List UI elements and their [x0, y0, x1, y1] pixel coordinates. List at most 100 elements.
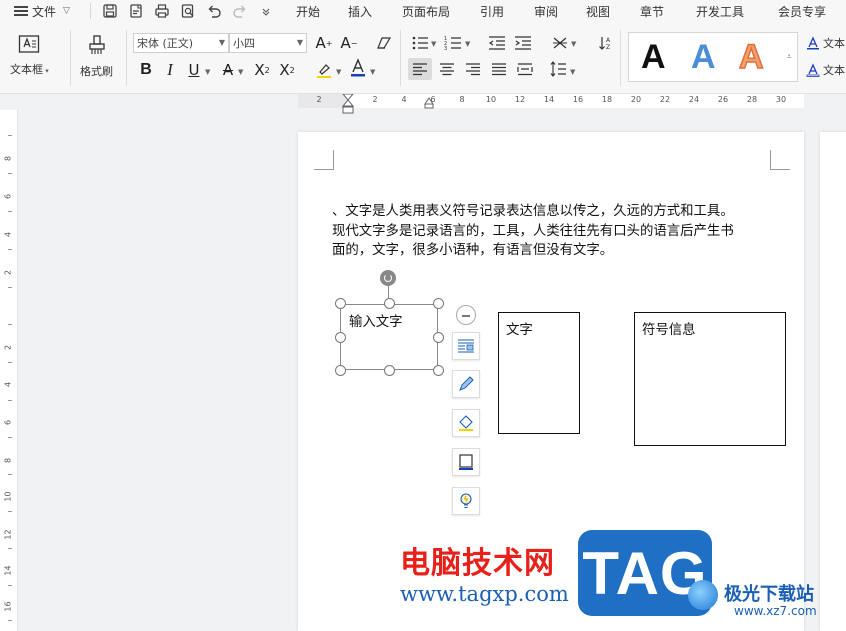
resize-handle[interactable]	[384, 365, 395, 376]
strikethrough-icon[interactable]: A	[218, 60, 238, 80]
ruler-number: 20	[630, 95, 642, 104]
smart-tip-button[interactable]	[452, 487, 480, 515]
tab-page-layout[interactable]: 页面布局	[402, 3, 450, 20]
resize-handle[interactable]	[335, 365, 346, 376]
bold-icon[interactable]: B	[136, 60, 156, 80]
lightbulb-icon	[460, 493, 472, 509]
fill-bucket-icon	[459, 415, 473, 431]
undo-icon[interactable]	[205, 2, 223, 20]
print-icon[interactable]	[153, 2, 171, 20]
aurora-logo-icon	[688, 580, 718, 610]
distribute-icon[interactable]	[515, 59, 535, 79]
styles-gallery: A A A	[628, 32, 798, 82]
chevron-down-icon[interactable]: ▼	[570, 68, 575, 76]
chevron-down-icon[interactable]: ▼	[431, 40, 436, 48]
tab-view[interactable]: 视图	[586, 3, 610, 20]
decrease-font-icon[interactable]: A −	[339, 33, 359, 53]
ruler-tick	[8, 362, 12, 363]
chevron-down-icon[interactable]: ▼	[336, 68, 341, 76]
style-preset-3[interactable]: A	[738, 37, 764, 77]
textbox-button[interactable]: 文本框 ▾	[10, 34, 49, 77]
resize-handle[interactable]	[433, 365, 444, 376]
selected-textbox[interactable]: 输入文字	[340, 304, 438, 370]
font-size-select[interactable]: 小四 ▼	[229, 33, 307, 53]
right-indent-marker-icon[interactable]	[424, 96, 434, 110]
decrease-indent-icon[interactable]	[487, 33, 507, 53]
text-style-option-1[interactable]: 文本	[806, 35, 845, 51]
tab-references[interactable]: 引用	[480, 3, 504, 20]
chevron-down-icon[interactable]: ▼	[238, 68, 243, 76]
chevron-down-icon[interactable]: ▼	[370, 68, 375, 76]
save-icon[interactable]	[101, 2, 119, 20]
align-right-icon[interactable]	[463, 59, 483, 79]
superscript-icon[interactable]: X2	[252, 60, 272, 80]
tab-home[interactable]: 开始	[296, 3, 320, 20]
bullet-list-icon[interactable]	[410, 33, 430, 53]
textbox-symbol-info[interactable]: 符号信息	[634, 312, 786, 446]
redo-icon[interactable]	[231, 2, 249, 20]
tab-developer[interactable]: 开发工具	[696, 3, 744, 20]
justify-icon[interactable]	[489, 59, 509, 79]
resize-handle[interactable]	[433, 332, 444, 343]
textbox-wenzi-text[interactable]: 文字	[506, 318, 533, 338]
font-color-icon[interactable]	[348, 58, 368, 78]
shape-outline-button[interactable]	[452, 448, 480, 476]
align-center-icon[interactable]	[437, 59, 457, 79]
print-preview-icon[interactable]	[179, 2, 197, 20]
numbered-list-icon[interactable]: 123	[443, 33, 463, 53]
export-pdf-icon[interactable]	[127, 2, 145, 20]
ruler-number: 16	[3, 601, 13, 612]
outline-icon	[459, 454, 473, 470]
customize-chevron-icon[interactable]	[257, 2, 275, 20]
tab-insert[interactable]: 插入	[348, 3, 372, 20]
resize-handle[interactable]	[384, 298, 395, 309]
resize-handle[interactable]	[335, 332, 346, 343]
gallery-more-icon[interactable]: ⩡	[787, 52, 792, 62]
shape-fill-button[interactable]	[452, 409, 480, 437]
italic-icon[interactable]: I	[160, 60, 180, 80]
style-preset-2[interactable]: A	[691, 37, 716, 77]
file-menu[interactable]: 文件 ▽	[0, 3, 86, 20]
align-left-icon[interactable]	[408, 58, 432, 80]
tab-member[interactable]: 会员专享	[778, 3, 826, 20]
chinese-layout-icon[interactable]	[550, 33, 570, 53]
subscript-icon[interactable]: X2	[277, 60, 297, 80]
chevron-down-icon[interactable]: ▼	[465, 40, 470, 48]
text-effect-icon	[807, 36, 819, 50]
sort-icon[interactable]: AZ	[596, 33, 616, 53]
tab-section[interactable]: 章节	[640, 3, 664, 20]
increase-indent-icon[interactable]	[513, 33, 533, 53]
clear-format-icon[interactable]	[374, 33, 394, 53]
textbox-wenzi[interactable]: 文字	[498, 312, 580, 434]
format-painter-button[interactable]: 格式刷	[80, 34, 113, 79]
rotate-handle-icon[interactable]	[380, 270, 396, 286]
resize-handle[interactable]	[335, 298, 346, 309]
margin-corner-mark	[770, 150, 790, 170]
first-line-indent-marker-icon[interactable]	[341, 94, 355, 114]
ruler-number: 6	[3, 419, 13, 426]
hamburger-icon	[14, 6, 28, 16]
ruler-number: 12	[3, 529, 13, 540]
style-preset-1[interactable]: A	[641, 37, 666, 77]
text-style-option-2[interactable]: 文本	[806, 62, 845, 78]
ruler-tick	[8, 437, 12, 438]
increase-font-icon[interactable]: A +	[314, 33, 334, 53]
selected-textbox-text[interactable]: 输入文字	[349, 310, 403, 330]
layout-options-button[interactable]	[452, 332, 480, 360]
divider	[620, 30, 621, 86]
font-name-select[interactable]: 宋体 (正文) ▼	[133, 33, 229, 53]
chevron-down-icon[interactable]: ▼	[205, 68, 210, 76]
underline-icon[interactable]: U	[184, 60, 204, 80]
collapse-toolbar-icon[interactable]	[456, 305, 476, 325]
shape-style-button[interactable]	[452, 370, 480, 398]
paragraph-line: 现代文字多是记录语言的，工具，人类往往先有口头的语言后产生书	[332, 223, 734, 239]
chevron-down-icon[interactable]: ▼	[571, 40, 576, 48]
line-spacing-icon[interactable]	[548, 59, 568, 79]
tab-review[interactable]: 审阅	[534, 3, 558, 20]
ruler-number: 14	[543, 95, 555, 104]
document-body-text[interactable]: 、文字是人类用表义符号记录表达信息以传之，久远的方式和工具。 现代文字多是记录语…	[332, 202, 772, 261]
resize-handle[interactable]	[433, 298, 444, 309]
textbox-symbol-info-text[interactable]: 符号信息	[642, 318, 696, 338]
ruler-number: 16	[572, 95, 584, 104]
highlight-icon[interactable]	[314, 60, 334, 80]
